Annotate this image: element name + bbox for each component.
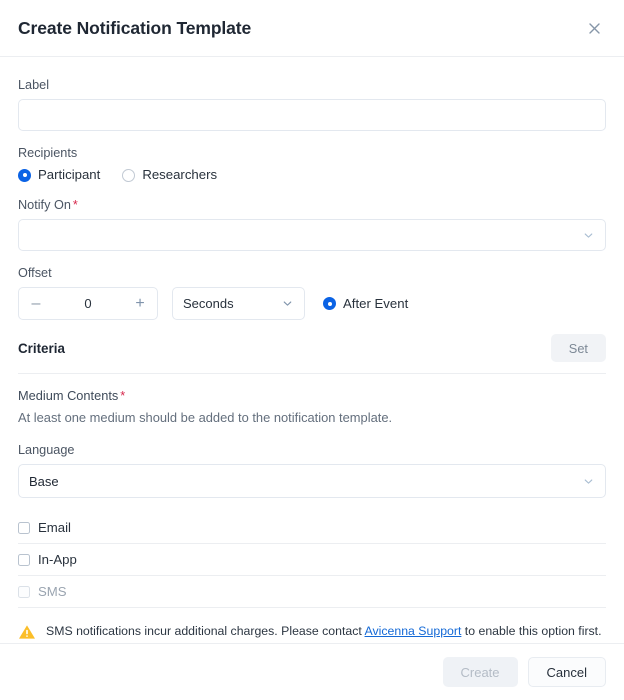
checkbox-email[interactable] — [18, 521, 30, 534]
medium-contents-label: Medium Contents * — [18, 388, 606, 403]
checkbox-in-app[interactable] — [18, 553, 30, 566]
offset-group: Offset – 0 + Seconds After Event — [18, 265, 606, 320]
close-icon[interactable] — [580, 14, 608, 42]
offset-row: – 0 + Seconds After Event — [18, 287, 606, 320]
radio-after-event-indicator — [323, 297, 336, 310]
medium-row-in-app[interactable]: In-App — [18, 544, 606, 576]
medium-label-email: Email — [38, 520, 71, 535]
radio-researchers[interactable]: Researchers — [122, 167, 217, 183]
label-field-label: Label — [18, 78, 50, 92]
language-select[interactable]: Base — [18, 464, 606, 498]
offset-increment-button[interactable]: + — [123, 288, 157, 319]
medium-row-sms: SMS — [18, 576, 606, 608]
offset-decrement-button[interactable]: – — [19, 288, 53, 319]
cancel-button[interactable]: Cancel — [527, 657, 606, 687]
notify-on-group: Notify On * — [18, 197, 606, 251]
criteria-set-button[interactable]: Set — [550, 334, 606, 362]
medium-contents-required-mark: * — [120, 389, 126, 403]
medium-contents-label-text: Medium Contents — [18, 388, 119, 403]
offset-unit-select[interactable]: Seconds — [172, 287, 305, 320]
sms-warning-text-before: SMS notifications incur additional charg… — [46, 624, 365, 638]
criteria-row: Criteria Set — [18, 334, 606, 374]
create-button[interactable]: Create — [442, 657, 518, 687]
sms-warning-text-after: to enable this option first. — [461, 624, 602, 638]
sms-warning-text: SMS notifications incur additional charg… — [46, 623, 602, 639]
dialog-footer: Create Cancel — [0, 643, 624, 700]
radio-participant-indicator — [18, 168, 31, 182]
checkbox-sms — [18, 585, 30, 598]
chevron-down-icon — [582, 475, 595, 488]
offset-unit-value: Seconds — [183, 296, 234, 311]
recipients-radio-row: Participant Researchers — [18, 167, 606, 183]
medium-contents-description: At least one medium should be added to t… — [18, 410, 393, 425]
radio-researchers-label: Researchers — [142, 167, 218, 182]
language-value: Base — [29, 473, 59, 489]
label-input[interactable] — [18, 99, 606, 131]
language-label: Language — [18, 443, 75, 457]
radio-after-event-label: After Event — [343, 295, 409, 311]
notify-on-label: Notify On * — [18, 197, 606, 213]
medium-label-in-app: In-App — [38, 552, 77, 567]
chevron-down-icon — [582, 229, 595, 242]
criteria-title: Criteria — [18, 340, 65, 356]
language-group: Language Base — [18, 442, 606, 498]
radio-participant[interactable]: Participant — [18, 167, 100, 183]
offset-stepper: – 0 + — [18, 287, 158, 320]
recipients-group: Recipients Participant Researchers — [18, 145, 606, 183]
dialog-title: Create Notification Template — [18, 17, 252, 38]
chevron-down-icon — [281, 297, 294, 310]
label-field-group: Label — [18, 77, 606, 131]
create-notification-template-dialog: Create Notification Template Label Recip… — [0, 0, 624, 700]
sms-warning: SMS notifications incur additional charg… — [18, 623, 606, 643]
notify-on-required-mark: * — [72, 198, 78, 212]
dialog-body: Label Recipients Participant Researchers… — [0, 57, 624, 643]
recipients-label: Recipients — [18, 146, 78, 160]
radio-participant-label: Participant — [38, 167, 101, 182]
medium-row-email[interactable]: Email — [18, 512, 606, 544]
notify-on-label-text: Notify On — [18, 198, 71, 212]
radio-after-event[interactable]: After Event — [323, 296, 408, 312]
notify-on-select[interactable] — [18, 219, 606, 251]
offset-label: Offset — [18, 266, 52, 280]
avicenna-support-link[interactable]: Avicenna Support — [365, 624, 462, 638]
medium-label-sms: SMS — [38, 584, 67, 599]
dialog-header: Create Notification Template — [0, 0, 624, 57]
radio-researchers-indicator — [122, 168, 136, 182]
offset-value[interactable]: 0 — [53, 296, 123, 311]
warning-triangle-icon — [18, 624, 36, 643]
